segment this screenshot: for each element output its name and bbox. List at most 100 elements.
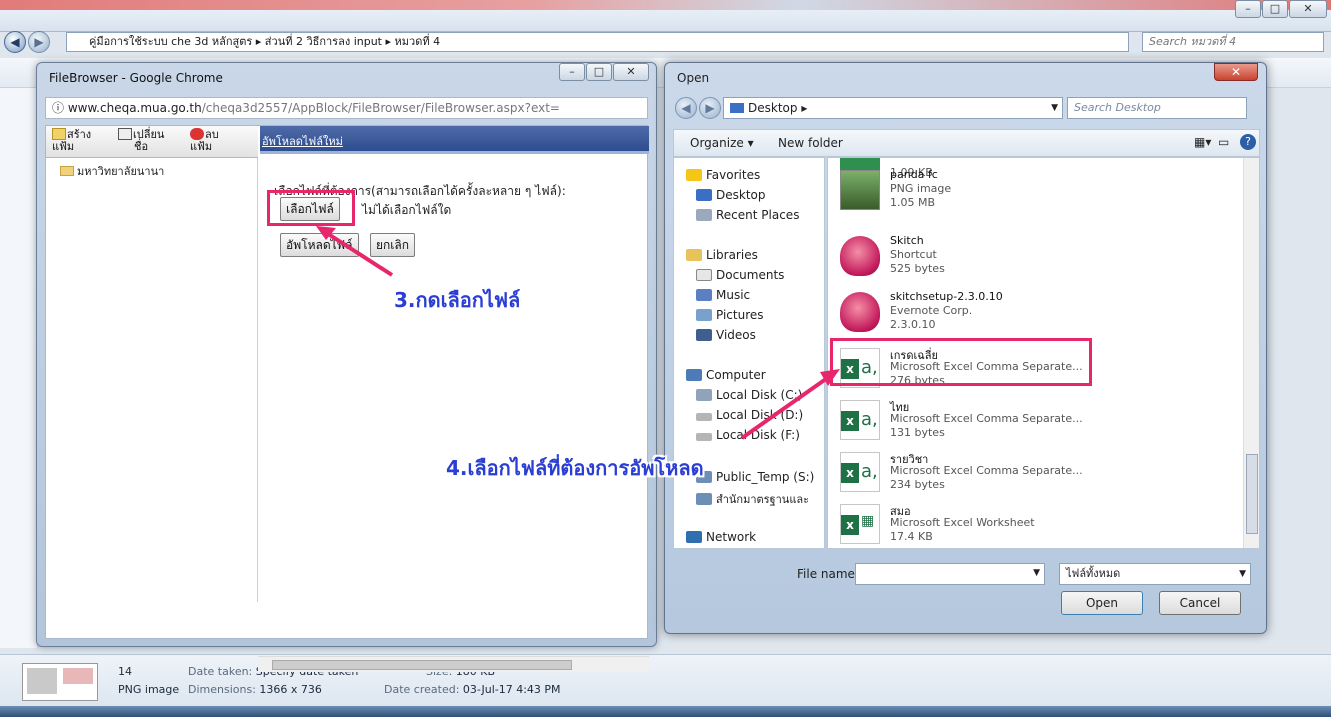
- view-options-icon[interactable]: ▦▾: [1194, 135, 1211, 149]
- maximize-button[interactable]: □: [1262, 0, 1288, 18]
- forward-button[interactable]: ▶: [699, 97, 721, 119]
- dialog-title: Open: [677, 71, 710, 85]
- organize-button[interactable]: Organize ▾: [690, 136, 754, 150]
- highlight-selected-file: [830, 338, 1092, 386]
- explorer-address-bar[interactable]: คู่มือการใช้ระบบ che 3d หลักสูตร ▸ ส่วนท…: [66, 32, 1129, 52]
- library-icon: [686, 249, 702, 261]
- breadcrumb-item[interactable]: ส่วนที่ 2 วิธีการลง input: [265, 35, 382, 48]
- skitch-installer-icon: [840, 292, 880, 332]
- filebrowser-window: FileBrowser - Google Chrome – □ ✕ ⓘ www.…: [36, 62, 657, 672]
- drive-icon: [696, 413, 712, 421]
- highlight-choose-file: [267, 190, 355, 226]
- new-folder-icon: [52, 128, 66, 140]
- nav-libraries[interactable]: Libraries: [686, 248, 758, 262]
- nav-recent-places[interactable]: Recent Places: [696, 208, 799, 222]
- dialog-toolbar: Organize ▾ New folder ▦▾ ▭ ?: [673, 129, 1260, 157]
- filebrowser-title: FileBrowser - Google Chrome: [49, 71, 223, 85]
- detail-name: 14: [118, 665, 132, 678]
- nav-local-disk-c[interactable]: Local Disk (C:): [696, 388, 802, 402]
- vertical-scrollbar[interactable]: [1243, 158, 1259, 548]
- file-name-label: File name:: [797, 567, 859, 581]
- info-icon: ⓘ: [52, 101, 68, 115]
- taskbar: [0, 706, 1331, 717]
- nav-music[interactable]: Music: [696, 288, 750, 302]
- location-bar[interactable]: Desktop ▸ ▼: [723, 97, 1063, 119]
- detail-type: PNG image: [118, 683, 180, 696]
- recent-places-icon: [696, 209, 712, 221]
- file-item-skitch[interactable]: Skitch Shortcut 525 bytes: [840, 232, 1250, 290]
- preview-pane-icon[interactable]: ▭: [1218, 135, 1229, 149]
- upload-panel-header: อัพโหลดไฟล์ใหม่: [260, 126, 649, 154]
- chevron-down-icon[interactable]: ▼: [1051, 98, 1058, 118]
- breadcrumb-item[interactable]: หมวดที่ 4: [395, 35, 441, 48]
- step4-annotation: 4.เลือกไฟล์ที่ต้องการอัพโหลด: [446, 456, 704, 480]
- nav-network-drive[interactable]: สำนักมาตรฐานและ: [696, 490, 809, 508]
- back-button[interactable]: ◀: [675, 97, 697, 119]
- cancel-button[interactable]: Cancel: [1159, 591, 1241, 615]
- upload-button[interactable]: อัพโหลดไฟล์: [280, 233, 359, 257]
- drive-icon: [696, 433, 712, 441]
- rename-button[interactable]: เปลี่ยน ชื่อ: [118, 128, 164, 153]
- url-bar[interactable]: ⓘ www.cheqa.mua.go.th/cheqa3d2557/AppBlo…: [45, 97, 648, 119]
- videos-icon: [696, 329, 712, 341]
- nav-public-temp[interactable]: Public_Temp (S:): [696, 470, 814, 484]
- nav-local-disk-d[interactable]: Local Disk (D:): [696, 408, 803, 422]
- nav-pictures[interactable]: Pictures: [696, 308, 764, 322]
- scrollbar-thumb[interactable]: [1246, 454, 1258, 534]
- file-item-courses[interactable]: x a, รายวิชา Microsoft Excel Comma Separa…: [840, 448, 1250, 506]
- new-folder-button[interactable]: New folder: [778, 136, 843, 150]
- file-name-input[interactable]: ▼: [855, 563, 1045, 585]
- help-icon[interactable]: ?: [1240, 134, 1256, 150]
- back-button[interactable]: ◀: [4, 31, 26, 53]
- close-button[interactable]: ✕: [613, 63, 649, 81]
- nav-documents[interactable]: Documents: [696, 268, 784, 282]
- nav-favorites[interactable]: Favorites: [686, 168, 760, 182]
- breadcrumb-item[interactable]: คู่มือการใช้ระบบ che 3d หลักสูตร: [89, 35, 252, 48]
- minimize-button[interactable]: –: [559, 63, 585, 81]
- step3-annotation: 3.กดเลือกไฟล์: [394, 288, 521, 312]
- folder-icon: [60, 166, 74, 176]
- no-file-label: ไม่ได้เลือกไฟล์ใด: [362, 203, 452, 217]
- file-item-thai[interactable]: x a, ไทย Microsoft Excel Comma Separate..…: [840, 396, 1250, 454]
- forward-button[interactable]: ▶: [28, 31, 50, 53]
- close-button[interactable]: ✕: [1214, 63, 1258, 81]
- horizontal-scrollbar[interactable]: [258, 656, 649, 672]
- explorer-titlebar: [0, 0, 1331, 10]
- detail-date-created: Date created: 03-Jul-17 4:43 PM: [384, 683, 561, 696]
- explorer-nav-bar: ◀ ▶ คู่มือการใช้ระบบ che 3d หลักสูตร ▸ ส…: [4, 30, 1326, 54]
- create-folder-button[interactable]: สร้าง แฟ้ม: [52, 128, 91, 153]
- network-drive-icon: [696, 493, 712, 505]
- excel-csv-icon: x a,: [840, 400, 880, 440]
- delete-folder-button[interactable]: ลบ แฟ้ม: [190, 128, 219, 153]
- close-button[interactable]: ✕: [1289, 0, 1327, 18]
- minimize-button[interactable]: –: [1235, 0, 1261, 18]
- system-drive-icon: [696, 389, 712, 401]
- nav-local-disk-f[interactable]: Local Disk (F:): [696, 428, 800, 442]
- desktop-icon: [696, 189, 712, 201]
- file-item-panda-fc[interactable]: panda fc PNG image 1.05 MB: [840, 166, 1250, 224]
- details-pane: 14 PNG image Date taken: Specify date ta…: [0, 654, 1331, 706]
- scrollbar-thumb[interactable]: [272, 660, 572, 670]
- tree-item-root[interactable]: มหาวิทยาลัยนานา: [60, 162, 164, 180]
- search-desktop-input[interactable]: Search Desktop: [1067, 97, 1247, 119]
- chevron-down-icon[interactable]: ▼: [1033, 568, 1040, 578]
- excel-worksheet-icon: x ▦: [840, 504, 880, 544]
- maximize-button[interactable]: □: [586, 63, 612, 81]
- nav-videos[interactable]: Videos: [696, 328, 756, 342]
- file-type-select[interactable]: ไฟล์ทั้งหมด ▼: [1059, 563, 1251, 585]
- skitch-icon: [840, 236, 880, 276]
- explorer-search-input[interactable]: Search หมวดที่ 4: [1142, 32, 1324, 52]
- documents-icon: [696, 269, 712, 281]
- open-button[interactable]: Open: [1061, 591, 1143, 615]
- nav-computer[interactable]: Computer: [686, 368, 766, 382]
- computer-icon: [686, 369, 702, 381]
- nav-network[interactable]: Network: [686, 530, 756, 544]
- delete-icon: [190, 128, 204, 140]
- excel-csv-icon: x a,: [840, 452, 880, 492]
- file-item-smo[interactable]: x ▦ สมอ Microsoft Excel Worksheet 17.4 KB: [840, 500, 1250, 548]
- cancel-upload-button[interactable]: ยกเลิก: [370, 233, 416, 257]
- chevron-down-icon: ▼: [1239, 569, 1246, 579]
- breadcrumb-separator: ▸: [255, 35, 265, 48]
- nav-desktop[interactable]: Desktop: [696, 188, 766, 202]
- file-thumbnail: [22, 663, 98, 701]
